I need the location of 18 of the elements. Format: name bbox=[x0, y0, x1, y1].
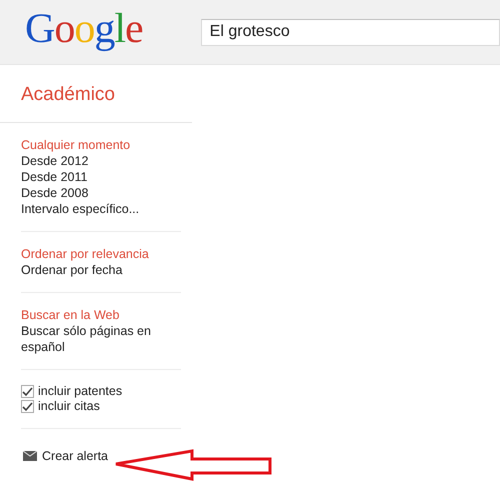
envelope-icon bbox=[23, 451, 37, 461]
create-alert-link[interactable]: Crear alerta bbox=[23, 449, 108, 463]
filter-link[interactable]: Desde 2011 bbox=[21, 169, 181, 185]
google-logo[interactable]: Google bbox=[25, 5, 143, 53]
filter-link[interactable]: Buscar sólo páginas en español bbox=[21, 323, 181, 355]
filter-link[interactable]: Intervalo específico... bbox=[21, 201, 181, 217]
filter-link[interactable]: Ordenar por relevancia bbox=[21, 246, 181, 262]
checkbox[interactable] bbox=[21, 385, 34, 398]
filter-link[interactable]: Desde 2008 bbox=[21, 185, 181, 201]
filter-link[interactable]: Cualquier momento bbox=[21, 137, 181, 153]
checkbox-label: incluir citas bbox=[38, 399, 100, 414]
search-field[interactable]: El grotesco bbox=[200, 18, 500, 46]
section-title: Académico bbox=[0, 65, 192, 123]
filter-link[interactable]: Buscar en la Web bbox=[21, 307, 181, 323]
checkbox-label: incluir patentes bbox=[38, 384, 122, 399]
checkbox[interactable] bbox=[21, 400, 34, 413]
filter-link[interactable]: Desde 2012 bbox=[21, 153, 181, 169]
filter-link[interactable]: Ordenar por fecha bbox=[21, 262, 181, 278]
